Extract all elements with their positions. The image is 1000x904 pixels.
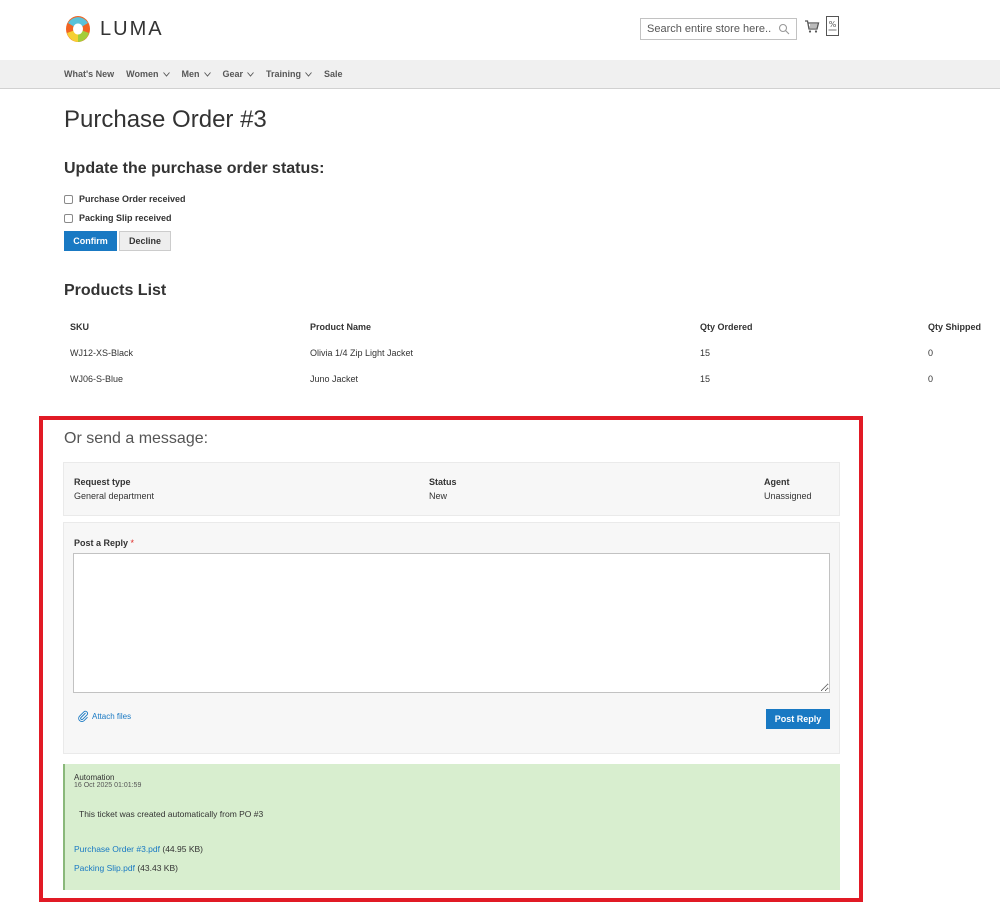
table-cell: 15 — [700, 374, 711, 384]
logo-text: LUMA — [100, 17, 164, 40]
nav-label: Gear — [222, 69, 244, 79]
message-heading: Or send a message: — [64, 430, 209, 447]
chevron-down-icon — [162, 71, 170, 77]
column-header-product-name: Product Name — [310, 322, 372, 332]
po-received-label: Purchase Order received — [79, 194, 186, 204]
status-label: Status — [429, 477, 457, 487]
luma-logo-icon — [66, 16, 90, 42]
nav-item-whats-new[interactable]: What's New — [64, 69, 114, 79]
message-author: Automation — [74, 773, 115, 782]
slip-received-label: Packing Slip received — [79, 213, 172, 223]
attachment-link[interactable]: Packing Slip.pdf — [74, 863, 135, 873]
post-reply-button[interactable]: Post Reply — [766, 709, 830, 729]
nav-label: Women — [126, 69, 159, 79]
search-icon[interactable] — [778, 23, 790, 35]
nav-item-training[interactable]: Training — [266, 69, 312, 79]
attach-files-label: Attach files — [92, 711, 132, 721]
nav-label: Men — [181, 69, 200, 79]
store-logo[interactable]: LUMA — [64, 14, 164, 44]
message-timestamp: 16 Oct 2025 01:01:59 — [74, 782, 142, 789]
reply-textarea[interactable] — [73, 553, 830, 693]
status-value: New — [429, 491, 448, 501]
chevron-down-icon — [247, 71, 254, 77]
nav-label: What's New — [64, 69, 115, 79]
slip-received-checkbox[interactable] — [64, 213, 73, 223]
page-title: Purchase Order #3 — [64, 106, 267, 133]
attach-files-link[interactable]: Attach files — [77, 710, 131, 722]
nav-label: Training — [266, 69, 302, 79]
table-cell: 0 — [928, 348, 934, 358]
column-header-sku: SKU — [70, 322, 90, 332]
column-header-qty-shipped: Qty Shipped — [928, 322, 982, 332]
decline-button[interactable]: Decline — [119, 231, 171, 251]
attachment-row: Purchase Order #3.pdf (44.95 KB) — [74, 844, 203, 854]
attachment-size: (43.43 KB) — [137, 863, 178, 873]
table-cell: 0 — [928, 374, 934, 384]
search-box — [640, 18, 797, 40]
request-type-value: General department — [74, 491, 155, 501]
agent-value: Unassigned — [764, 491, 812, 501]
confirm-button[interactable]: Confirm — [64, 231, 117, 251]
main-navigation: What's New Women Men Gear Training Sale — [0, 60, 1000, 89]
nav-item-gear[interactable]: Gear — [223, 69, 255, 79]
attachment-row: Packing Slip.pdf (43.43 KB) — [74, 863, 178, 873]
request-type-label: Request type — [74, 477, 131, 487]
compare-icon[interactable]: % — [826, 16, 839, 36]
nav-item-sale[interactable]: Sale — [324, 69, 343, 79]
attachment-size: (44.95 KB) — [162, 844, 204, 854]
chevron-down-icon — [203, 71, 211, 77]
table-cell: WJ12-XS-Black — [70, 348, 134, 358]
paperclip-icon — [78, 710, 88, 722]
cart-icon[interactable] — [804, 18, 820, 34]
po-received-checkbox-row[interactable]: Purchase Order received — [64, 194, 186, 204]
agent-label: Agent — [764, 477, 790, 487]
table-cell: WJ06-S-Blue — [70, 374, 124, 384]
table-cell: Olivia 1/4 Zip Light Jacket — [310, 348, 414, 358]
message-body: This ticket was created automatically fr… — [79, 809, 264, 819]
svg-text:%: % — [829, 20, 837, 29]
required-mark: * — [130, 538, 135, 548]
products-heading: Products List — [64, 282, 167, 299]
chevron-down-icon — [305, 71, 312, 77]
ticket-message — [63, 764, 840, 890]
po-received-checkbox[interactable] — [64, 194, 73, 204]
table-cell: 15 — [700, 348, 711, 358]
search-input[interactable] — [641, 19, 771, 39]
site-header: LUMA % — [0, 0, 1000, 60]
status-heading: Update the purchase order status: — [64, 160, 325, 177]
table-cell: Juno Jacket — [310, 374, 359, 384]
nav-label: Sale — [324, 69, 343, 79]
slip-received-checkbox-row[interactable]: Packing Slip received — [64, 213, 172, 223]
column-header-qty-ordered: Qty Ordered — [700, 322, 753, 332]
post-reply-label: Post a Reply * — [74, 538, 134, 548]
nav-item-men[interactable]: Men — [182, 69, 211, 79]
post-reply-label-text: Post a Reply — [74, 538, 129, 548]
nav-item-women[interactable]: Women — [126, 69, 170, 79]
attachment-link[interactable]: Purchase Order #3.pdf — [74, 844, 160, 854]
ticket-info-panel — [63, 462, 840, 516]
